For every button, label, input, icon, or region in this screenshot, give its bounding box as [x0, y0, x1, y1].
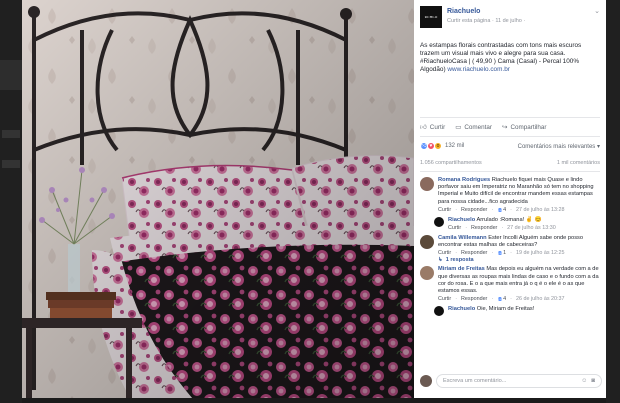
avatar[interactable]	[420, 266, 434, 281]
like-button[interactable]: 👍︎ Curtir	[420, 123, 446, 132]
avatar[interactable]	[420, 177, 434, 191]
post-actions: 👍︎ Curtir ▭ Comentar ↪ Compartilhar	[420, 120, 600, 134]
comment-placeholder: Escreva um comentário...	[443, 378, 507, 384]
reaction-summary: 👍︎ ♥ o 132 mil Comentários mais relevant…	[420, 140, 600, 152]
background-ghost-block	[0, 60, 22, 90]
share-count[interactable]: 1.056 compartilhamentos	[420, 160, 482, 166]
meta-separator: ·	[491, 18, 494, 24]
comment-text: Romana Rodrigues Riachuelo fiquei mais Q…	[438, 177, 602, 206]
composer-icons: ☺ ◙	[581, 378, 595, 384]
comment-text: Camila Willemann Ester Incolli Alguém sa…	[438, 235, 602, 249]
comment-count[interactable]: 1 mil comentários	[557, 160, 600, 166]
commenter-name[interactable]: Miriam de Freitas	[438, 266, 485, 272]
comment-input[interactable]: Escreva um comentário... ☺ ◙	[436, 374, 602, 388]
like-label: Curtir	[429, 123, 446, 131]
share-icon: ↪	[502, 124, 508, 131]
comment-footer: Curtir · Responder · 👍︎ 1 · 19 de julho às 1…	[438, 249, 565, 257]
page-name-link[interactable]: Riachuelo	[447, 8, 480, 15]
page-avatar[interactable]: RCHLO	[420, 6, 442, 28]
divider	[420, 171, 600, 172]
thumbs-up-icon: 👍︎	[420, 124, 427, 131]
like-count-value: 4	[503, 296, 507, 303]
comment-footer: Curtir · Responder · 👍︎ 4 · 27 de julho às 1…	[438, 206, 565, 214]
avatar[interactable]	[434, 306, 444, 317]
view-replies-link[interactable]: ↳ 1 resposta	[438, 257, 602, 263]
post-photo[interactable]	[22, 0, 414, 398]
comment-time[interactable]: 27 de julho às 13:30	[507, 224, 556, 232]
wow-icon[interactable]: o	[434, 142, 442, 150]
comment-footer: Curtir · Responder · 27 de julho às 13:30	[448, 224, 556, 232]
comment-button[interactable]: ▭ Comentar	[455, 123, 493, 132]
photo-theater: RCHLO Riachuelo Curtir esta página · 11 …	[0, 0, 620, 403]
comment-reply-item: Riachuelo Arrulado :Romana! ✌️ 😊 Curtir ·…	[434, 216, 602, 232]
comment-reply-link[interactable]: Responder	[461, 206, 487, 214]
reply-arrow-icon: ↳	[438, 257, 443, 264]
comment-label: Comentar	[464, 123, 493, 131]
commenter-name[interactable]: Riachuelo	[448, 306, 475, 312]
comment-like-link[interactable]: Curtir	[448, 224, 461, 232]
comment-footer: Curtir · Responder · 👍︎ 4 · 26 de julho às 2…	[438, 295, 565, 303]
post-link[interactable]: www.riachuelo.com.br	[447, 66, 510, 73]
comment-time[interactable]: 19 de julho às 12:25	[516, 249, 565, 257]
comment-text: Riachuelo Oie, Miriam de Freitas!	[448, 306, 602, 313]
post-header: RCHLO Riachuelo Curtir esta página · 11 …	[420, 6, 600, 30]
like-count-value: 4	[503, 206, 507, 213]
comment-content: Arrulado :Romana! ✌️ 😊	[476, 216, 542, 223]
comment-like-count[interactable]: 👍︎ 1	[497, 249, 506, 257]
commenter-name[interactable]: Riachuelo	[448, 217, 475, 223]
comment-icon: ▭	[455, 124, 462, 131]
comment-list: Romana Rodrigues Riachuelo fiquei mais Q…	[420, 177, 602, 317]
emoji-icon[interactable]: ☺	[581, 378, 587, 384]
comment-text: Miriam de Freitas Mas depois eu alguém n…	[438, 266, 602, 295]
post-panel: RCHLO Riachuelo Curtir esta página · 11 …	[414, 0, 606, 398]
comment-reply-item: Riachuelo Oie, Miriam de Freitas!	[434, 306, 602, 317]
camera-icon[interactable]: ◙	[591, 378, 595, 384]
comment-time[interactable]: 26 de julho às 20:37	[516, 295, 565, 303]
share-button[interactable]: ↪ Compartilhar	[502, 123, 547, 132]
comment-like-link[interactable]: Curtir	[438, 206, 451, 214]
comment-like-count[interactable]: 👍︎ 4	[497, 206, 506, 214]
avatar[interactable]	[434, 216, 444, 227]
background-page-left	[0, 0, 22, 403]
background-ghost-line	[2, 130, 20, 138]
avatar	[420, 375, 432, 387]
post-meta: Curtir esta página · 11 de julho ·	[447, 18, 525, 24]
comment-content: Oie, Miriam de Freitas!	[476, 306, 535, 313]
divider	[420, 117, 600, 118]
comment-item: Miriam de Freitas Mas depois eu alguém n…	[420, 266, 602, 303]
share-label: Compartilhar	[510, 123, 547, 131]
reaction-count[interactable]: 132 mil	[445, 143, 464, 149]
background-ghost-line	[2, 160, 20, 168]
comment-item: Romana Rodrigues Riachuelo fiquei mais Q…	[420, 177, 602, 214]
post-date[interactable]: 11 de julho	[495, 18, 522, 24]
post-stats: 1.056 compartilhamentos 1 mil comentário…	[420, 160, 600, 166]
comment-time[interactable]: 27 de julho às 13:28	[516, 206, 565, 214]
background-page-right	[606, 0, 620, 403]
commenter-name[interactable]: Romana Rodrigues	[438, 177, 490, 183]
comment-sort-dropdown[interactable]: Comentários mais relevantes ▾	[518, 143, 600, 150]
commenter-name[interactable]: Camila Willemann	[438, 235, 487, 241]
comment-like-link[interactable]: Curtir	[438, 295, 451, 303]
chevron-down-icon[interactable]: ⌄	[594, 7, 600, 15]
comment-item: Camila Willemann Ester Incolli Alguém sa…	[420, 235, 602, 263]
comment-reply-link[interactable]: Responder	[461, 295, 487, 303]
avatar[interactable]	[420, 235, 434, 250]
comment-text: Riachuelo Arrulado :Romana! ✌️ 😊	[448, 217, 602, 224]
divider	[420, 136, 600, 137]
post-text: As estampas florais contrastadas com ton…	[420, 42, 600, 74]
meta-separator: ·	[523, 18, 526, 24]
like-page-link[interactable]: Curtir esta página	[447, 18, 490, 24]
comment-like-count[interactable]: 👍︎ 4	[497, 295, 506, 303]
replies-count: 1 resposta	[445, 257, 474, 264]
comment-reply-link[interactable]: Responder	[461, 249, 487, 257]
comment-reply-link[interactable]: Responder	[471, 224, 497, 232]
comment-composer: Escreva um comentário... ☺ ◙	[420, 373, 602, 389]
like-count-value: 1	[503, 250, 507, 257]
